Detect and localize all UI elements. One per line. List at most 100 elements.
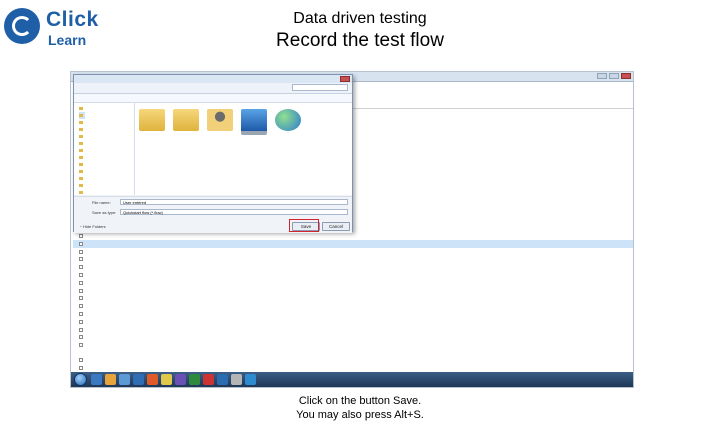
row-checkbox[interactable] [79, 241, 83, 246]
sidebar-item[interactable] [79, 182, 85, 189]
flow-list [71, 232, 633, 382]
flow-list-header [349, 100, 633, 109]
close-button[interactable] [621, 73, 631, 79]
list-item[interactable] [349, 143, 633, 152]
row-checkbox[interactable] [79, 288, 83, 293]
row-checkbox[interactable] [79, 304, 83, 309]
dialog-search-input[interactable] [292, 84, 348, 91]
sidebar-item[interactable] [79, 112, 85, 119]
sidebar-item[interactable] [79, 189, 85, 196]
folder-icon [139, 109, 165, 131]
list-item[interactable] [349, 125, 633, 134]
taskbar-app-icon[interactable] [245, 374, 256, 385]
list-item[interactable] [349, 161, 633, 170]
start-orb-icon[interactable] [74, 373, 87, 386]
row-checkbox[interactable] [79, 296, 83, 301]
row-checkbox[interactable] [79, 265, 83, 270]
table-row[interactable] [73, 263, 633, 271]
maximize-button[interactable] [609, 73, 619, 79]
dialog-close-button[interactable] [340, 76, 350, 82]
row-checkbox[interactable] [79, 312, 83, 316]
sidebar-item[interactable] [79, 147, 85, 154]
row-checkbox[interactable] [79, 358, 83, 362]
table-row[interactable] [73, 255, 633, 263]
row-checkbox[interactable] [79, 257, 83, 262]
taskbar-app-icon[interactable] [161, 374, 172, 385]
folder-tile[interactable] [171, 109, 201, 133]
list-item[interactable] [349, 179, 633, 188]
taskbar-app-icon[interactable] [147, 374, 158, 385]
list-item[interactable] [349, 152, 633, 161]
taskbar-app-icon[interactable] [105, 374, 116, 385]
taskbar-app-icon[interactable] [119, 374, 130, 385]
list-item[interactable] [349, 188, 633, 197]
taskbar-app-icon[interactable] [133, 374, 144, 385]
table-row[interactable] [73, 287, 633, 295]
save-as-dialog: File name: User entered Save as type: Qu… [73, 74, 353, 233]
file-name-input[interactable]: User entered [120, 199, 348, 205]
sidebar-item[interactable] [79, 126, 85, 133]
folder-tile[interactable] [205, 109, 235, 133]
save-as-type-select[interactable]: Quickstart flow (*.flow) [120, 209, 348, 215]
row-checkbox[interactable] [79, 273, 83, 277]
save-button-highlight [289, 219, 319, 232]
list-item[interactable] [349, 197, 633, 206]
list-item[interactable] [349, 170, 633, 179]
table-row[interactable] [73, 318, 633, 326]
table-row[interactable] [73, 341, 633, 349]
computer-icon [241, 109, 267, 135]
table-row[interactable] [73, 333, 633, 341]
taskbar-app-icon[interactable] [189, 374, 200, 385]
row-checkbox[interactable] [79, 234, 83, 238]
user-folder-icon [207, 109, 233, 131]
row-checkbox[interactable] [79, 280, 83, 285]
row-checkbox[interactable] [79, 365, 83, 370]
table-row[interactable] [73, 248, 633, 256]
table-row[interactable] [73, 302, 633, 310]
folder-tile[interactable] [239, 109, 269, 137]
list-item[interactable] [349, 134, 633, 143]
list-item[interactable] [349, 206, 633, 215]
table-row[interactable] [73, 356, 633, 364]
instruction-line-2: You may also press Alt+S. [296, 409, 424, 421]
sidebar-item[interactable] [79, 105, 85, 112]
table-row[interactable] [73, 326, 633, 334]
sidebar-item[interactable] [79, 175, 85, 182]
row-checkbox[interactable] [79, 327, 83, 332]
taskbar-app-icon[interactable] [175, 374, 186, 385]
taskbar-app-icon[interactable] [203, 374, 214, 385]
table-row[interactable] [73, 364, 633, 372]
list-item[interactable] [349, 215, 633, 224]
table-row[interactable] [73, 279, 633, 287]
save-as-type-label: Save as type: [92, 210, 117, 215]
taskbar-app-icon[interactable] [231, 374, 242, 385]
folder-tile[interactable] [137, 109, 167, 133]
sidebar-item[interactable] [79, 168, 85, 175]
list-item[interactable] [349, 116, 633, 125]
table-row[interactable] [73, 232, 633, 240]
table-row[interactable] [73, 271, 633, 279]
dialog-file-pane [135, 103, 352, 195]
row-checkbox[interactable] [79, 343, 83, 348]
sidebar-item[interactable] [79, 119, 85, 126]
table-row[interactable] [73, 294, 633, 302]
folder-tile[interactable] [273, 109, 303, 133]
sidebar-item[interactable] [79, 154, 85, 161]
sidebar-item[interactable] [79, 140, 85, 147]
taskbar-app-icon[interactable] [217, 374, 228, 385]
sidebar-item[interactable] [79, 133, 85, 140]
hide-folders-toggle[interactable]: Hide Folders [80, 224, 106, 229]
taskbar-app-icon[interactable] [91, 374, 102, 385]
row-checkbox[interactable] [79, 319, 83, 324]
cancel-button[interactable]: Cancel [322, 222, 350, 231]
file-name-label: File name: [92, 200, 111, 205]
table-row[interactable] [73, 239, 633, 248]
dialog-navigation-pane [74, 103, 135, 195]
row-checkbox[interactable] [79, 335, 83, 340]
table-row[interactable] [73, 310, 633, 318]
minimize-button[interactable] [597, 73, 607, 79]
row-checkbox[interactable] [79, 249, 83, 254]
windows-taskbar [71, 372, 633, 387]
sidebar-item[interactable] [79, 161, 85, 168]
folder-icon [173, 109, 199, 131]
